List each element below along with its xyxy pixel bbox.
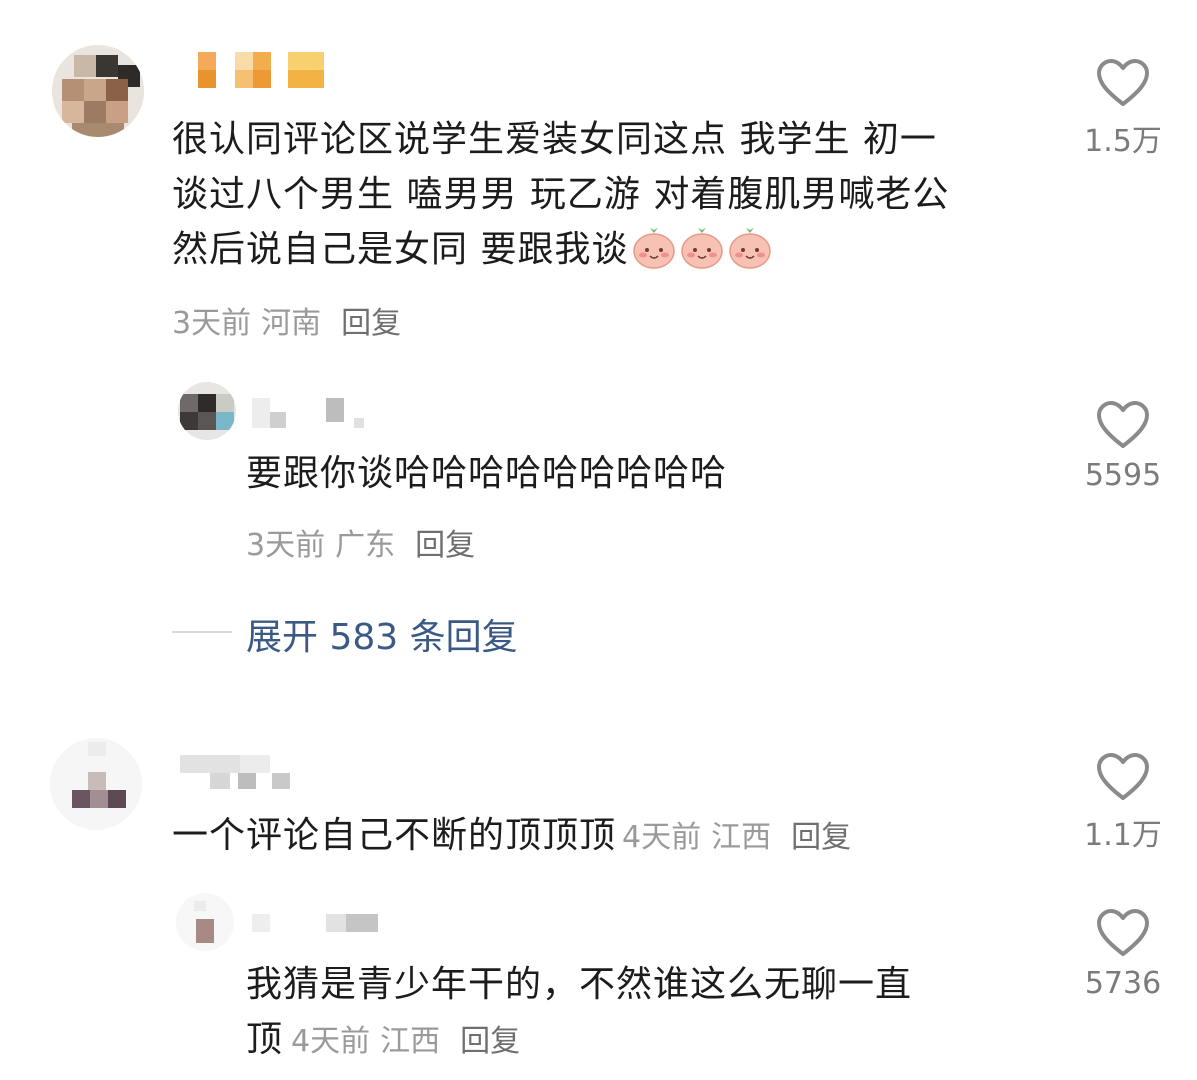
comment-meta: 3天前 河南 回复 — [172, 298, 401, 342]
comment-time: 3天前 — [172, 306, 252, 341]
blush-peach-emoji — [632, 227, 676, 269]
reply-location: 江西 — [380, 1024, 441, 1059]
like-button[interactable]: 1.1万 — [1063, 752, 1183, 854]
comment-text: 很认同评论区说学生爱装女同这点 我学生 初一 谈过八个男生 嗑男男 玩乙游 对着… — [172, 112, 1052, 277]
reply-text: 要跟你谈哈哈哈哈哈哈哈哈哈 — [246, 453, 728, 494]
username-blurred[interactable] — [180, 52, 330, 102]
reply-meta: 3天前 广东 回复 — [246, 520, 475, 564]
comment-text-line: 然后说自己是女同 要跟我谈 — [172, 222, 1052, 277]
reply-button[interactable]: 回复 — [791, 820, 851, 855]
comment-time: 4天前 — [622, 820, 702, 855]
comment-text-line: 很认同评论区说学生爱装女同这点 我学生 初一 — [172, 119, 937, 160]
avatar[interactable] — [52, 45, 144, 137]
like-count: 5736 — [1084, 966, 1162, 1001]
reply-time: 3天前 — [246, 528, 326, 563]
username-blurred[interactable] — [252, 398, 382, 438]
divider — [172, 631, 232, 633]
like-button[interactable]: 1.5万 — [1063, 58, 1183, 160]
reply-time: 4天前 — [291, 1024, 371, 1059]
heart-outline-icon — [1097, 401, 1149, 448]
comment-text-line: 谈过八个男生 嗑男男 玩乙游 对着腹肌男喊老公 — [172, 174, 950, 215]
like-button[interactable]: 5736 — [1063, 908, 1183, 1001]
reply-button[interactable]: 回复 — [415, 528, 475, 563]
username-blurred[interactable] — [180, 755, 310, 795]
like-count: 1.5万 — [1084, 124, 1162, 159]
heart-outline-icon — [1097, 59, 1149, 106]
like-count: 5595 — [1084, 458, 1162, 493]
reply-button[interactable]: 回复 — [341, 306, 401, 341]
comment-location: 江西 — [711, 820, 772, 855]
reply-location: 广东 — [335, 528, 396, 563]
avatar[interactable] — [50, 738, 142, 830]
heart-outline-icon — [1097, 909, 1149, 956]
comment-text-row: 一个评论自己不断的顶顶顶 4天前 江西 回复 — [172, 808, 851, 865]
blush-peach-emoji — [680, 227, 724, 269]
blush-peach-emoji — [728, 227, 772, 269]
comment-location: 河南 — [261, 306, 322, 341]
avatar[interactable] — [178, 382, 236, 440]
reply-text-line: 我猜是青少年干的，不然谁这么无聊一直 — [246, 964, 913, 1005]
avatar[interactable] — [176, 893, 234, 951]
expand-replies-link[interactable]: 展开 583 条回复 — [246, 608, 518, 660]
reply-button[interactable]: 回复 — [460, 1024, 520, 1059]
like-count: 1.1万 — [1084, 818, 1162, 853]
heart-outline-icon — [1097, 753, 1149, 800]
like-button[interactable]: 5595 — [1063, 400, 1183, 493]
username-blurred[interactable] — [252, 914, 382, 944]
reply-text-line: 顶 4天前 江西 回复 — [246, 1019, 521, 1060]
comment-text: 一个评论自己不断的顶顶顶 — [172, 815, 617, 856]
reply-text: 我猜是青少年干的，不然谁这么无聊一直 顶 4天前 江西 回复 — [246, 957, 1046, 1069]
